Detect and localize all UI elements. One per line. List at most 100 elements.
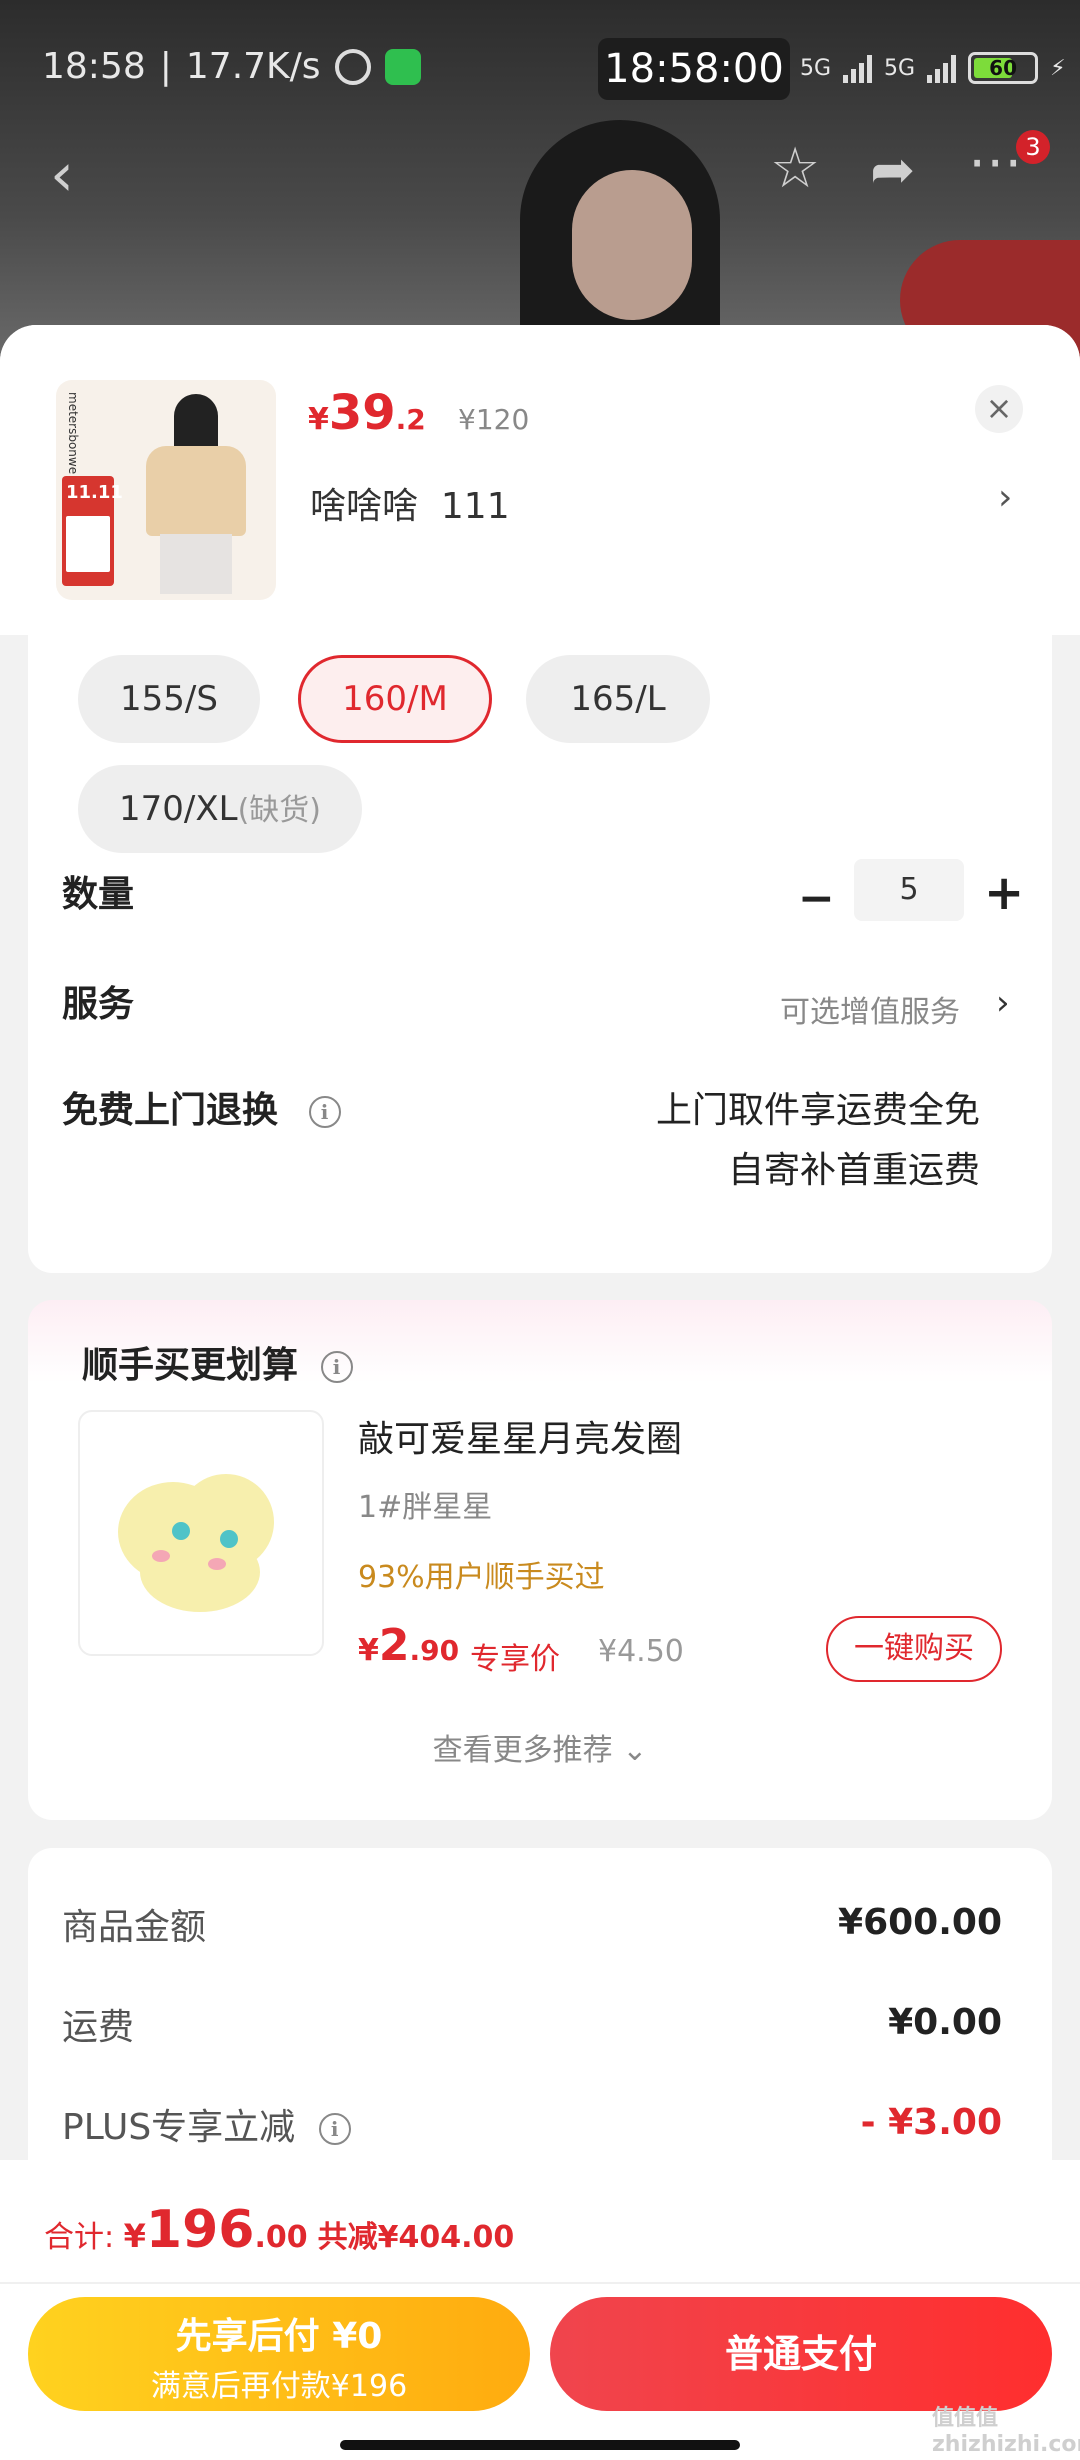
total-decimal: .00	[254, 2220, 308, 2255]
recommended-item-variant: 1#胖星星	[358, 1490, 493, 1525]
size-label-165l: 165/L	[570, 679, 666, 719]
status-left: 18:58 | 17.7K/s	[42, 46, 421, 87]
total-integer: 196	[145, 2200, 255, 2260]
options-card: 155/S 160/M 165/L 170/XL(缺货) 数量 − 5 + 服务…	[28, 635, 1052, 1273]
share-icon[interactable]: ➦	[870, 138, 915, 201]
signal-icon	[843, 53, 873, 83]
rec-price-integer: 2	[378, 1620, 410, 1671]
wechat-icon	[384, 48, 421, 85]
size-option-160m[interactable]: 160/M	[298, 655, 492, 743]
info-icon[interactable]: i	[308, 1096, 341, 1128]
scrunchie-eye-left	[172, 1522, 190, 1540]
thumbnail-tag-text: 11.11	[66, 482, 123, 503]
battery-level: 60	[989, 56, 1018, 80]
summary-goods-amount-value: ¥600.00	[838, 1902, 1002, 1943]
watermark: 值值值 zhizhizhi.com	[932, 2406, 1080, 2457]
recommendation-title-text: 顺手买更划算	[82, 1345, 299, 1386]
service-label: 服务	[62, 984, 135, 1025]
service-chevron-right-icon[interactable]: ›	[996, 983, 1010, 1023]
recommended-social-proof: 93%用户顺手买过	[358, 1560, 605, 1595]
recommended-original-price: ¥4.50	[598, 1634, 684, 1669]
summary-shipping-value: ¥0.00	[888, 2002, 1002, 2043]
quantity-label: 数量	[62, 874, 135, 915]
status-time: 18:58	[42, 46, 146, 87]
scrunchie-cheek-left	[152, 1550, 170, 1562]
plus-discount-text: PLUS专享立减	[62, 2107, 296, 2148]
checkout-footer: 合计: ¥196.00 共减¥404.00 先享后付 ¥0 满意后再付款¥196 …	[0, 2160, 1080, 2460]
out-of-stock-note: (缺货)	[237, 793, 321, 828]
see-more-recommendations[interactable]: 查看更多推荐 ⌄	[28, 1725, 1052, 1769]
total-label: 合计:	[44, 2220, 124, 2255]
footer-divider	[0, 2282, 1080, 2284]
size-option-170xl[interactable]: 170/XL(缺货)	[78, 765, 362, 853]
chevron-right-icon[interactable]: ›	[998, 477, 1012, 518]
quantity-stepper-value[interactable]: 5	[854, 859, 964, 921]
summary-plus-discount-label: PLUS专享立减 i	[62, 2098, 351, 2150]
buy-now-pay-later-button[interactable]: 先享后付 ¥0 满意后再付款¥196	[28, 2297, 530, 2411]
return-service-line-2: 自寄补首重运费	[727, 1150, 980, 1191]
size-option-165l[interactable]: 165/L	[526, 655, 710, 743]
star-icon[interactable]: ☆	[770, 136, 820, 201]
recommended-item-name[interactable]: 敲可爱星星月亮发圈	[358, 1410, 682, 1462]
home-indicator[interactable]	[340, 2440, 740, 2450]
scrunchie-eye-right	[220, 1530, 238, 1548]
network-label-1: 5G	[800, 55, 832, 81]
rec-price-decimal: .90	[409, 1634, 460, 1667]
status-bar: 18:58 | 17.7K/s 18:58:00 5G 5G 60 ⚡	[0, 0, 1080, 140]
recommended-item-image[interactable]	[78, 1410, 324, 1656]
total-saved: 共减¥404.00	[317, 2220, 515, 2255]
price-currency: ¥	[308, 402, 329, 437]
service-hint[interactable]: 可选增值服务	[780, 987, 960, 1031]
minus-icon[interactable]: −	[798, 873, 835, 924]
product-thumbnail[interactable]: metersbonwe 11.11	[56, 380, 276, 600]
size-option-155s-chip[interactable]: 155/S	[78, 655, 260, 743]
one-click-buy-button[interactable]: 一键购买	[826, 1616, 1002, 1682]
recommended-item-price: ¥2.90	[358, 1620, 459, 1671]
product-header: metersbonwe 11.11 ¥39.2 ¥120 × 啥啥啥 111 ›	[0, 325, 1080, 635]
notification-badge: 3	[1016, 130, 1050, 164]
normal-pay-button[interactable]: 普通支付	[550, 2297, 1052, 2411]
summary-plus-discount-value: - ¥3.00	[860, 2102, 1002, 2143]
status-divider: |	[159, 46, 172, 87]
total-line: 合计: ¥196.00 共减¥404.00	[44, 2200, 514, 2260]
status-right: 5G 5G 60 ⚡	[800, 52, 1066, 84]
scrunchie-cheek-right	[208, 1558, 226, 1570]
summary-goods-amount-label: 商品金额	[62, 1907, 207, 1948]
summary-shipping-label: 运费	[62, 2007, 135, 2048]
status-speed: 17.7K/s	[185, 46, 321, 87]
size-label-170xl: 170/XL	[118, 789, 238, 829]
plus-icon[interactable]: +	[984, 865, 1024, 921]
recommendation-title: 顺手买更划算 i	[82, 1336, 353, 1388]
recommendation-info-icon[interactable]: i	[320, 1351, 353, 1383]
bnpl-line-1: 先享后付 ¥0	[175, 2316, 383, 2357]
plus-discount-info-icon[interactable]: i	[318, 2113, 351, 2145]
original-price: ¥120	[458, 403, 530, 436]
exclusive-price-label: 专享价	[470, 1642, 560, 1677]
back-icon[interactable]: ‹	[50, 140, 74, 210]
product-nav-bar: ‹ ☆ ➦ ⋯ 3	[0, 130, 1080, 210]
price-integer: 39	[328, 385, 396, 441]
size-label-155s: 155/S	[120, 679, 218, 719]
rec-price-currency: ¥	[358, 1633, 379, 1668]
thumbnail-sweater	[146, 446, 246, 536]
product-price: ¥39.2	[308, 385, 426, 441]
thumbnail-tag-panel	[66, 516, 110, 572]
price-decimal: .2	[395, 403, 426, 436]
bnpl-line-2: 满意后再付款¥196	[150, 2369, 408, 2404]
signal-icon-2	[927, 53, 957, 83]
thumbnail-promo-tag: 11.11	[62, 476, 123, 586]
more-icon[interactable]: ⋯	[968, 130, 1022, 193]
return-service-line-1: 上门取件享运费全免	[655, 1090, 980, 1131]
battery-icon: 60	[968, 52, 1039, 84]
scrunchie-puff-3	[140, 1532, 260, 1612]
return-service-text: 免费上门退换	[62, 1090, 279, 1131]
clock-overlay: 18:58:00	[598, 38, 790, 100]
thumbnail-pants	[160, 534, 232, 594]
total-currency: ¥	[123, 2217, 146, 2255]
alarm-icon	[334, 48, 371, 85]
return-service-label: 免费上门退换 i	[62, 1081, 341, 1133]
network-label-2: 5G	[884, 55, 916, 81]
close-icon[interactable]: ×	[975, 385, 1023, 433]
charging-icon: ⚡	[1050, 55, 1066, 81]
selected-variant-name[interactable]: 啥啥啥 111	[310, 477, 510, 529]
